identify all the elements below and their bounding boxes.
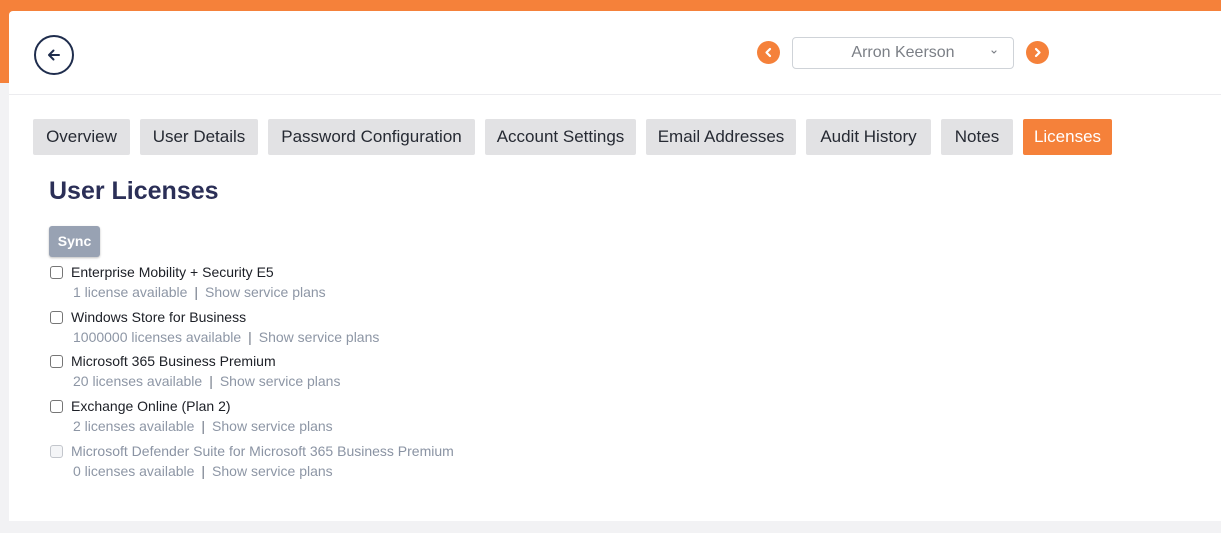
meta-separator: | <box>194 284 199 300</box>
tab-notes[interactable]: Notes <box>941 119 1013 155</box>
license-item: Enterprise Mobility + Security E5 1 lice… <box>9 264 609 308</box>
page-title: User Licenses <box>49 177 219 205</box>
license-name: Exchange Online (Plan 2) <box>71 398 231 414</box>
chevron-right-icon <box>1034 47 1041 58</box>
license-meta: 2 licenses available | Show service plans <box>73 418 333 434</box>
tab-account-settings[interactable]: Account Settings <box>485 119 636 155</box>
license-availability: 2 licenses available <box>73 418 195 434</box>
tab-audit-history[interactable]: Audit History <box>806 119 931 155</box>
license-name: Enterprise Mobility + Security E5 <box>71 264 274 280</box>
meta-separator: | <box>209 373 213 389</box>
tab-overview[interactable]: Overview <box>33 119 130 155</box>
license-availability: 1 license available <box>73 284 188 300</box>
previous-user-button[interactable] <box>757 41 780 64</box>
license-item: Microsoft Defender Suite for Microsoft 3… <box>9 443 609 487</box>
meta-separator: | <box>201 418 206 434</box>
sync-button[interactable]: Sync <box>49 226 100 257</box>
license-name: Microsoft Defender Suite for Microsoft 3… <box>71 443 454 459</box>
tab-licenses[interactable]: Licenses <box>1023 119 1112 155</box>
meta-separator: | <box>201 463 206 479</box>
license-availability: 20 licenses available <box>73 373 203 389</box>
license-item: Exchange Online (Plan 2) 2 licenses avai… <box>9 398 609 442</box>
user-select[interactable]: Arron Keerson <box>792 37 1014 69</box>
back-button[interactable] <box>34 35 74 75</box>
license-meta: 0 licenses available | Show service plans <box>73 463 333 479</box>
show-service-plans-link[interactable]: Show service plans <box>220 373 341 389</box>
content-card: Arron Keerson Overview User Details Pass… <box>9 11 1221 521</box>
license-meta: 1000000 licenses available | Show service … <box>73 329 379 345</box>
tab-email-addresses[interactable]: Email Addresses <box>646 119 796 155</box>
license-meta: 20 licenses available | Show service plans <box>73 373 340 389</box>
license-item: Microsoft 365 Business Premium 20 licens… <box>9 353 609 397</box>
license-checkbox[interactable] <box>50 400 63 413</box>
license-name: Microsoft 365 Business Premium <box>71 353 276 369</box>
show-service-plans-link[interactable]: Show service plans <box>205 284 326 300</box>
license-checkbox[interactable] <box>50 266 63 279</box>
license-meta: 1 license available | Show service plans <box>73 284 326 300</box>
meta-separator: | <box>248 329 252 345</box>
next-user-button[interactable] <box>1026 41 1049 64</box>
chevron-down-icon <box>991 50 997 54</box>
tab-password-configuration[interactable]: Password Configuration <box>268 119 475 155</box>
license-availability: 1000000 licenses available <box>73 329 242 345</box>
show-service-plans-link[interactable]: Show service plans <box>212 463 333 479</box>
license-name: Windows Store for Business <box>71 309 247 325</box>
license-checkbox <box>50 445 63 458</box>
user-select-value: Arron Keerson <box>851 44 955 61</box>
license-item: Windows Store for Business 1000000 licen… <box>9 309 609 353</box>
license-availability: 0 licenses available <box>73 463 195 479</box>
chevron-left-icon <box>765 47 772 58</box>
show-service-plans-link[interactable]: Show service plans <box>259 329 380 345</box>
tab-user-details[interactable]: User Details <box>140 119 258 155</box>
license-checkbox[interactable] <box>50 355 63 368</box>
page-header: Arron Keerson <box>9 11 1221 95</box>
license-checkbox[interactable] <box>50 311 63 324</box>
arrow-left-icon <box>48 49 60 61</box>
show-service-plans-link[interactable]: Show service plans <box>212 418 333 434</box>
